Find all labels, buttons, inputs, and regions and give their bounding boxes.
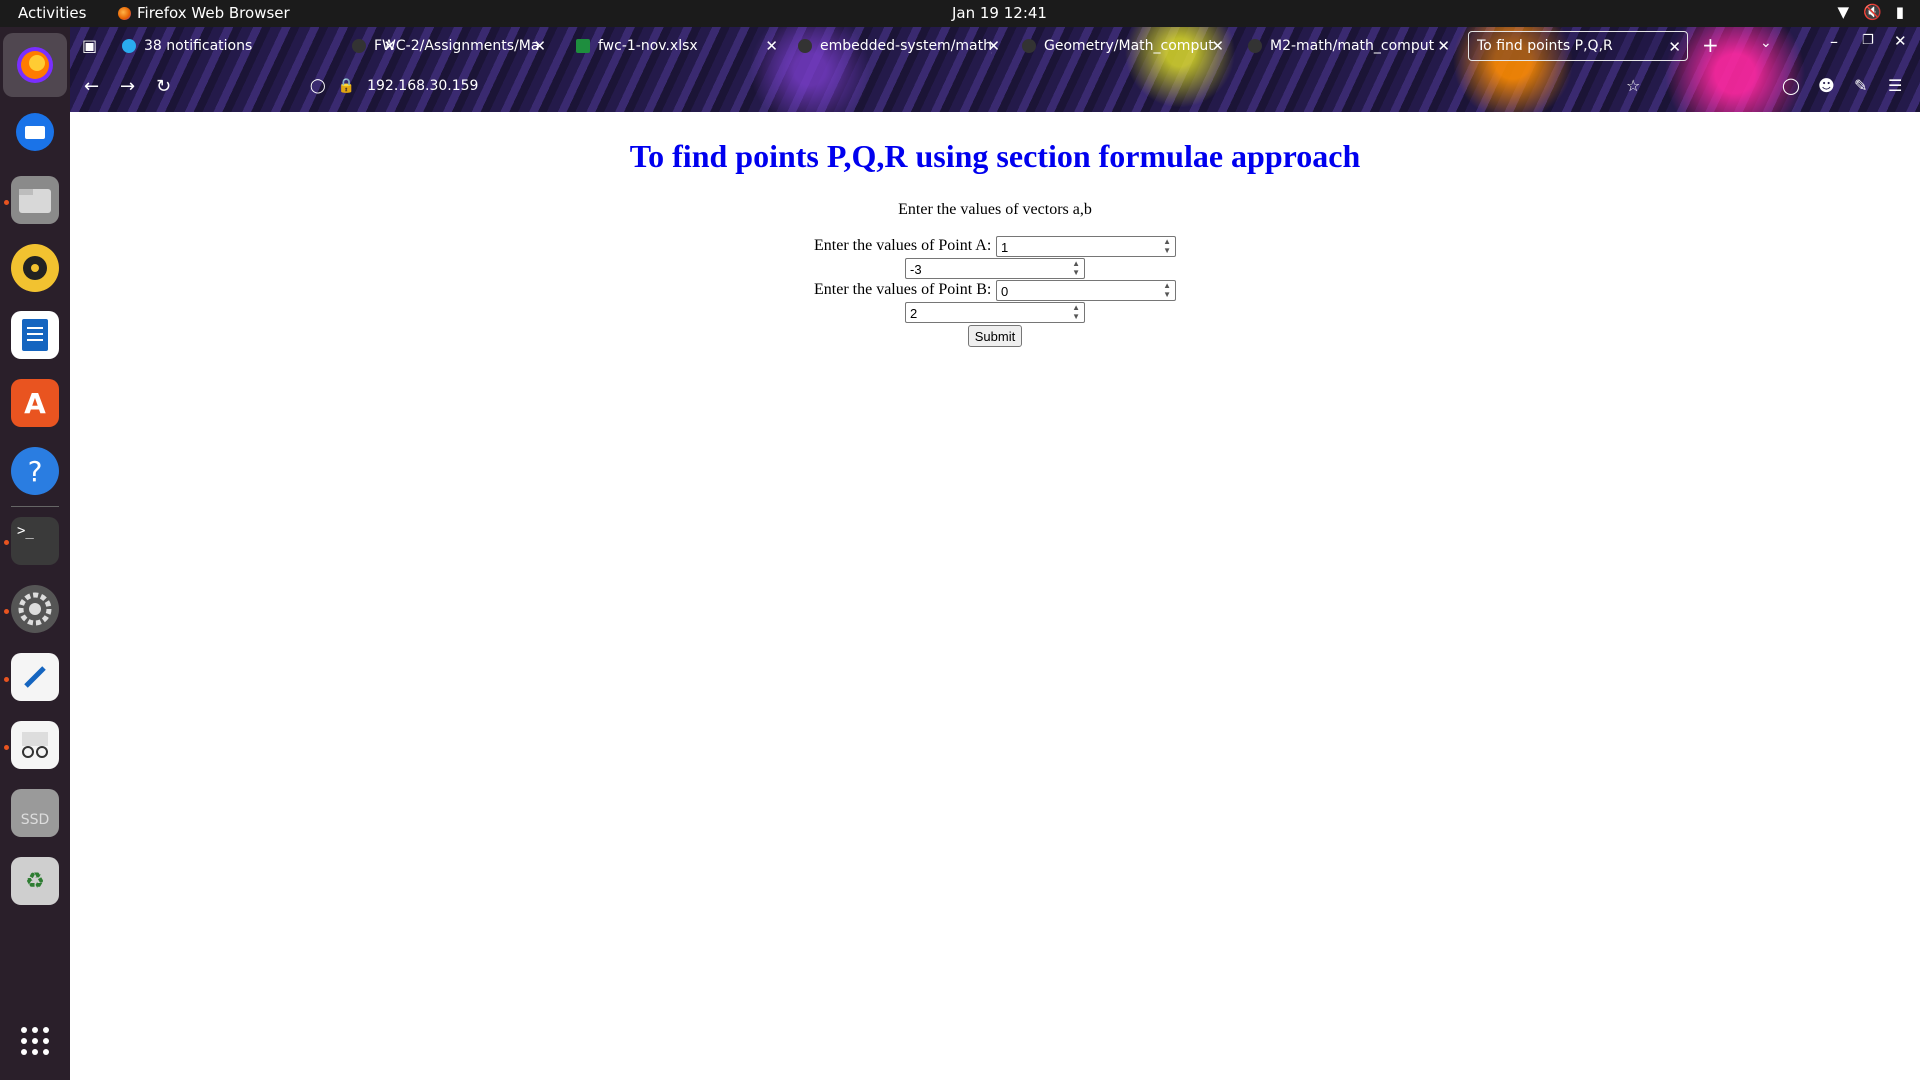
extensions-icon[interactable]: ✎ [1854, 76, 1867, 95]
dock: A ? >_ SSD ♻ [0, 27, 70, 1080]
url-text: 192.168.30.159 [367, 78, 479, 94]
app-name: Firefox Web Browser [137, 4, 290, 22]
point-a-y-input[interactable]: -3 ▲ ▼ [905, 258, 1085, 279]
reload-icon[interactable]: ↻ [156, 76, 171, 97]
firefox-small-icon [118, 6, 131, 20]
address-bar[interactable]: ◯ 🔒 192.168.30.159 [310, 78, 478, 94]
point-b-x-value: 0 [1001, 284, 1009, 299]
trash-icon[interactable]: ♻ [11, 857, 59, 905]
software-icon[interactable]: A [11, 379, 59, 427]
new-tab-icon[interactable]: + [1702, 33, 1719, 57]
close-icon[interactable]: ✕ [1211, 37, 1224, 55]
help-icon[interactable]: ? [11, 447, 59, 495]
close-icon[interactable]: ✕ [765, 37, 778, 55]
tab-geometry[interactable]: Geometry/Math_comput ✕ [1022, 31, 1230, 61]
tab-fwc-spreadsheet[interactable]: fwc-1-nov.xlsx ✕ [576, 31, 784, 61]
github-icon [352, 39, 366, 53]
system-top-bar: Activities Firefox Web Browser Jan 19 12… [0, 0, 1920, 27]
text-editor-icon[interactable] [11, 653, 59, 701]
spinner-icon[interactable]: ▲ ▼ [1163, 237, 1171, 255]
running-indicator [4, 677, 9, 682]
running-indicator [4, 200, 9, 205]
document-viewer-icon[interactable] [11, 721, 59, 769]
restore-icon[interactable]: ❐ [1862, 33, 1874, 48]
tab-embedded-system[interactable]: embedded-system/math_ ✕ [798, 31, 1006, 61]
wifi-icon: ▼ [1837, 3, 1850, 21]
forward-icon[interactable]: → [120, 76, 135, 97]
tab-label: To find points P,Q,R [1477, 38, 1613, 54]
volume-icon: 🔇 [1863, 3, 1882, 21]
spinner-icon[interactable]: ▲ ▼ [1072, 259, 1080, 277]
spreadsheet-icon [576, 39, 590, 53]
point-b-y-input[interactable]: 2 ▲ ▼ [905, 302, 1085, 323]
browser-chrome: ▣ 38 notifications ✕ FWC-2/Assignments/M… [70, 27, 1920, 112]
system-tray[interactable]: ▼ 🔇 ▮ [1838, 3, 1905, 21]
page-content: To find points P,Q,R using section formu… [70, 112, 1920, 1080]
shield-icon: ◯ [310, 78, 326, 94]
minimize-icon[interactable]: – [1830, 32, 1838, 51]
activities-button[interactable]: Activities [18, 4, 86, 22]
running-indicator [4, 540, 9, 545]
telegram-icon [122, 39, 136, 53]
lock-icon: 🔒 [337, 78, 356, 94]
point-a-label: Enter the values of Point A: [814, 237, 992, 254]
window-close-icon[interactable]: ✕ [1894, 32, 1907, 50]
dock-separator [11, 506, 59, 507]
tab-label: Geometry/Math_comput [1044, 38, 1214, 54]
spinner-icon[interactable]: ▲ ▼ [1072, 303, 1080, 321]
account-icon[interactable]: ☻ [1818, 76, 1835, 95]
page-title: To find points P,Q,R using section formu… [629, 138, 1361, 174]
github-icon [798, 39, 812, 53]
github-icon [1022, 39, 1036, 53]
pocket-icon[interactable]: ◯ [1782, 76, 1800, 95]
settings-icon[interactable] [11, 585, 59, 633]
submit-button[interactable]: Submit [968, 325, 1022, 347]
rhythmbox-icon[interactable] [11, 244, 59, 292]
app-grid-icon[interactable] [11, 1017, 59, 1065]
tab-find-points[interactable]: To find points P,Q,R ✕ [1468, 31, 1688, 61]
close-icon[interactable]: ✕ [987, 37, 1000, 55]
point-b-label: Enter the values of Point B: [814, 281, 992, 298]
files-icon[interactable] [11, 176, 59, 224]
firefox-icon[interactable] [3, 33, 67, 97]
bookmark-star-icon[interactable]: ☆ [1626, 76, 1640, 95]
point-a-y-value: -3 [910, 262, 922, 277]
close-icon[interactable]: ✕ [1668, 38, 1681, 56]
terminal-icon[interactable]: >_ [11, 517, 59, 565]
github-icon [1248, 39, 1262, 53]
writer-icon[interactable] [11, 311, 59, 359]
point-b-y-value: 2 [910, 306, 918, 321]
app-menu[interactable]: Firefox Web Browser [118, 4, 290, 22]
point-a-x-value: 1 [1001, 240, 1009, 255]
tab-label: FWC-2/Assignments/Mat [374, 38, 540, 54]
tab-label: M2-math/math_comput [1270, 38, 1434, 54]
tab-overview-icon[interactable]: ▣ [82, 36, 97, 55]
menu-icon[interactable]: ☰ [1888, 76, 1902, 95]
running-indicator [4, 609, 9, 614]
back-icon[interactable]: ← [84, 76, 99, 97]
tab-label: embedded-system/math_ [820, 38, 992, 54]
spinner-icon[interactable]: ▲ ▼ [1163, 281, 1171, 299]
thunderbird-icon[interactable] [11, 108, 59, 156]
tab-m2-math[interactable]: M2-math/math_comput ✕ [1248, 31, 1456, 61]
ssd-icon[interactable]: SSD [11, 789, 59, 837]
battery-icon: ▮ [1895, 3, 1904, 21]
tab-label: fwc-1-nov.xlsx [598, 38, 698, 54]
tab-fwc2-assignments[interactable]: FWC-2/Assignments/Mat ✕ [352, 31, 552, 61]
point-a-x-input[interactable]: 1 ▲ ▼ [996, 236, 1176, 257]
tab-label: 38 notifications [144, 38, 253, 54]
point-b-x-input[interactable]: 0 ▲ ▼ [996, 280, 1176, 301]
running-indicator [4, 745, 9, 750]
clock[interactable]: Jan 19 12:41 [952, 4, 1047, 22]
instruction-text: Enter the values of vectors a,b [898, 201, 1092, 218]
close-icon[interactable]: ✕ [1437, 37, 1450, 55]
list-tabs-icon[interactable]: ⌄ [1760, 35, 1772, 51]
close-icon[interactable]: ✕ [533, 37, 546, 55]
